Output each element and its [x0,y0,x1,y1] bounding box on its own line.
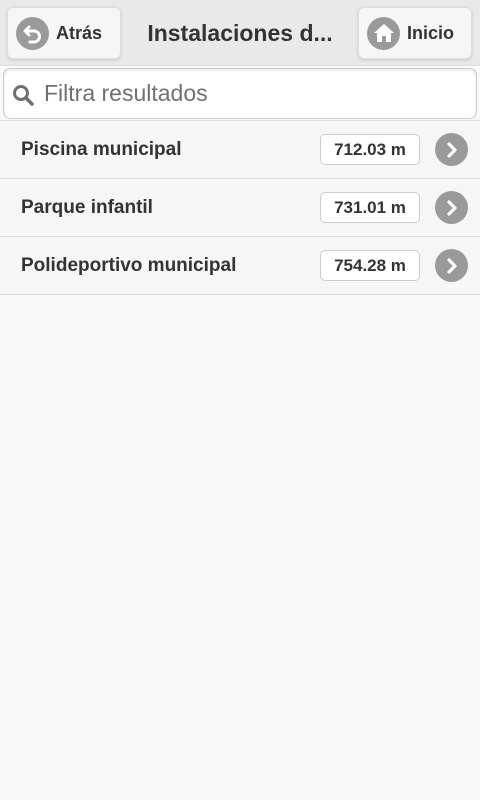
list-item-name: Parque infantil [21,196,153,218]
list-item-polideportivo-municipal[interactable]: Polideportivo municipal 754.28 m [0,237,480,295]
search-icon [12,84,34,106]
header-toolbar: Atrás Instalaciones d... Inicio [0,0,480,66]
home-button-label: Inicio [407,22,455,43]
results-list: Piscina municipal 712.03 m Parque infant… [0,121,480,295]
page-title: Instalaciones d... [140,0,340,66]
chevron-right-icon[interactable] [435,191,468,224]
search-input[interactable] [44,69,468,118]
back-button-label: Atrás [56,22,103,43]
search-bar [0,66,480,121]
search-box [3,68,477,119]
chevron-right-icon[interactable] [435,249,468,282]
back-button[interactable]: Atrás [7,7,121,59]
page-title-text: Instalaciones d... [147,19,333,46]
chevron-right-icon[interactable] [435,133,468,166]
list-item-piscina-municipal[interactable]: Piscina municipal 712.03 m [0,121,480,179]
distance-badge: 754.28 m [320,250,420,281]
home-icon [367,16,400,50]
list-item-name: Piscina municipal [21,138,182,160]
distance-badge: 731.01 m [320,192,420,223]
distance-badge: 712.03 m [320,134,420,165]
list-item-parque-infantil[interactable]: Parque infantil 731.01 m [0,179,480,237]
list-item-name: Polideportivo municipal [21,254,237,276]
home-button[interactable]: Inicio [358,7,472,59]
back-arrow-icon [16,16,49,50]
